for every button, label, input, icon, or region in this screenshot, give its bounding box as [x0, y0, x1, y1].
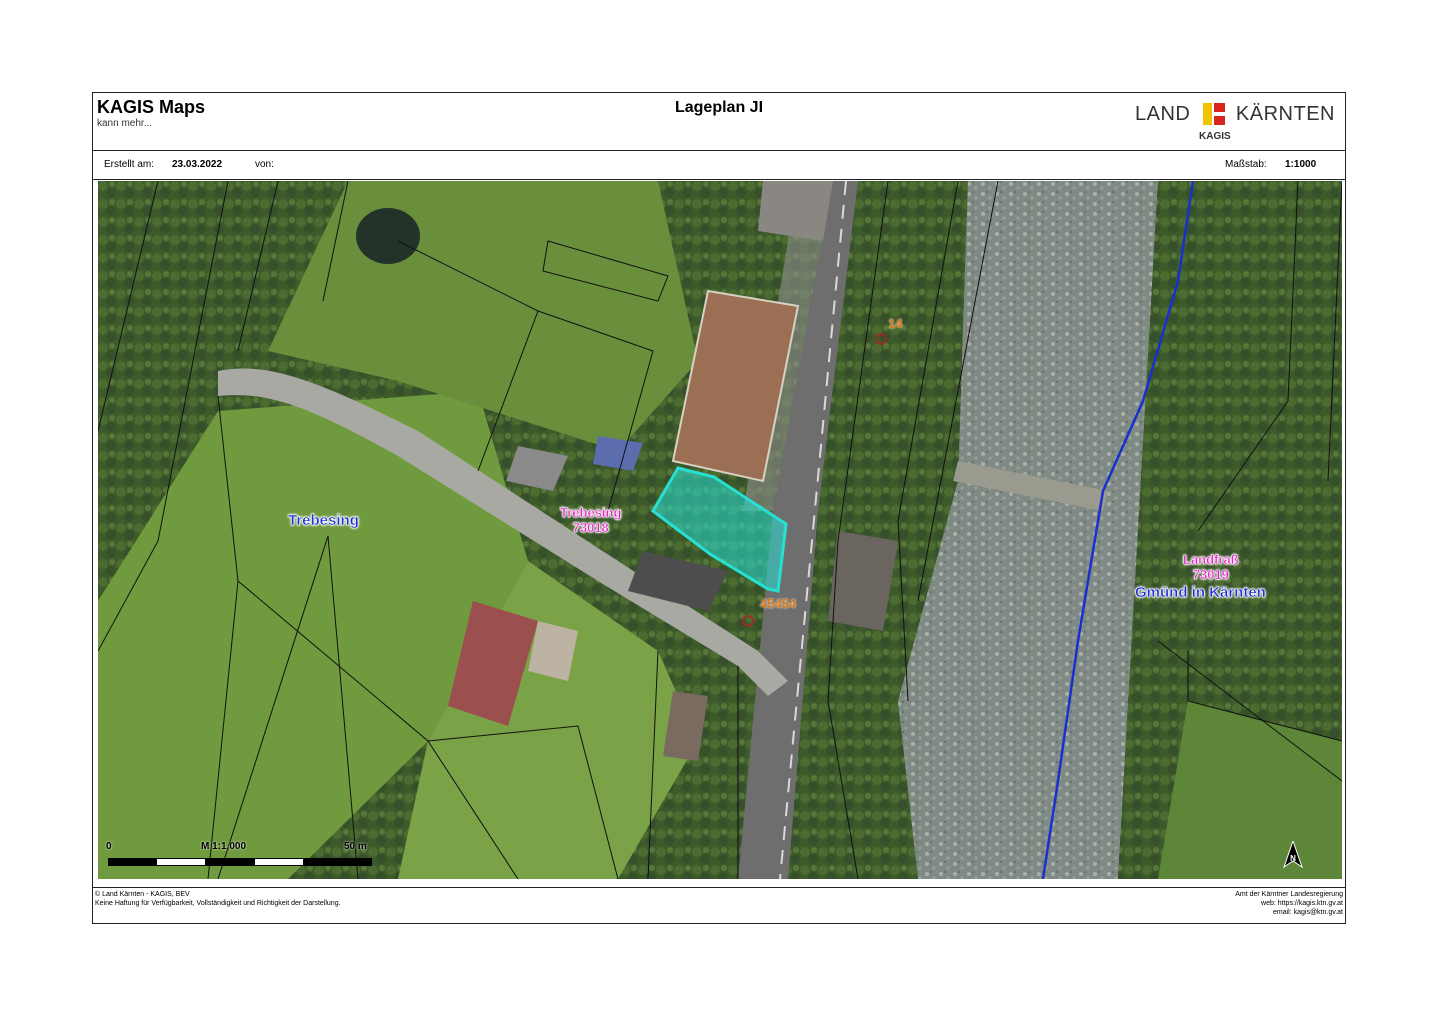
label-cadastral-right: Landfraß 73019	[1183, 552, 1239, 582]
footer-email: email: kagis@ktn.gv.at	[1272, 909, 1343, 916]
footer-office: Amt der Kärntner Landesregierung	[1235, 891, 1343, 898]
label-cadastral-left-id: 73018	[572, 520, 609, 535]
scalebar-bar	[108, 858, 372, 866]
orthophoto-map[interactable]: Trebesing Trebesing 73018 Landfraß 73019…	[98, 181, 1342, 879]
map-canvas	[98, 181, 1342, 879]
footer-right: Amt der Kärntner Landesregierung web: ht…	[1235, 890, 1343, 917]
label-cadastral-left: Trebesing 73018	[560, 505, 622, 535]
label-cadastral-right-id: 73019	[1192, 567, 1230, 582]
label-cadastral-left-name: Trebesing	[560, 505, 622, 520]
label-parcel-45454: 45454	[760, 596, 797, 611]
scale-label: Maßstab:	[1225, 159, 1267, 170]
brand-subtitle: kann mehr...	[97, 118, 153, 129]
logo-text-land: LAND	[1135, 103, 1191, 125]
scale-value: 1:1000	[1285, 159, 1317, 170]
scalebar-middle: M 1:1,000	[201, 841, 247, 852]
label-trebesing-area: Trebesing	[288, 512, 359, 529]
sheet-header: KAGIS Maps kann mehr... Lageplan JI LAND…	[93, 93, 1345, 151]
north-arrow-icon: N	[1283, 841, 1303, 869]
sheet-footer: © Land Kärnten - KAGIS, BEV Keine Haftun…	[93, 887, 1345, 925]
scalebar-end: 50 m	[344, 841, 367, 852]
map-sheet: KAGIS Maps kann mehr... Lageplan JI LAND…	[92, 92, 1346, 924]
meta-row: Erstellt am: 23.03.2022 von: Maßstab: 1:…	[93, 150, 1345, 180]
footer-left: © Land Kärnten - KAGIS, BEV Keine Haftun…	[95, 890, 341, 908]
created-date: 23.03.2022	[172, 159, 223, 170]
label-parcel-14: 14	[888, 316, 903, 331]
author-label: von:	[255, 159, 274, 170]
logo-text-kaernten: KÄRNTEN	[1235, 103, 1335, 125]
label-gmuend: Gmünd in Kärnten	[1135, 584, 1266, 601]
pond	[356, 208, 420, 264]
logo-text-kagis: KAGIS	[1199, 131, 1231, 142]
scalebar-start: 0	[106, 841, 112, 852]
footer-web: web: https://kagis.ktn.gv.at	[1261, 900, 1343, 907]
label-cadastral-right-name: Landfraß	[1183, 552, 1239, 567]
footer-disclaimer: Keine Haftung für Verfügbarkeit, Vollstä…	[95, 900, 341, 907]
land-kaernten-logo: LAND KÄRNTEN KAGIS	[1135, 99, 1335, 145]
svg-text:N: N	[1290, 854, 1296, 863]
footer-copyright: © Land Kärnten - KAGIS, BEV	[95, 891, 190, 898]
created-label: Erstellt am:	[104, 159, 155, 170]
scalebar: 0 M 1:1,000 50 m	[106, 841, 372, 871]
kaernten-logo-icon	[1203, 103, 1225, 125]
